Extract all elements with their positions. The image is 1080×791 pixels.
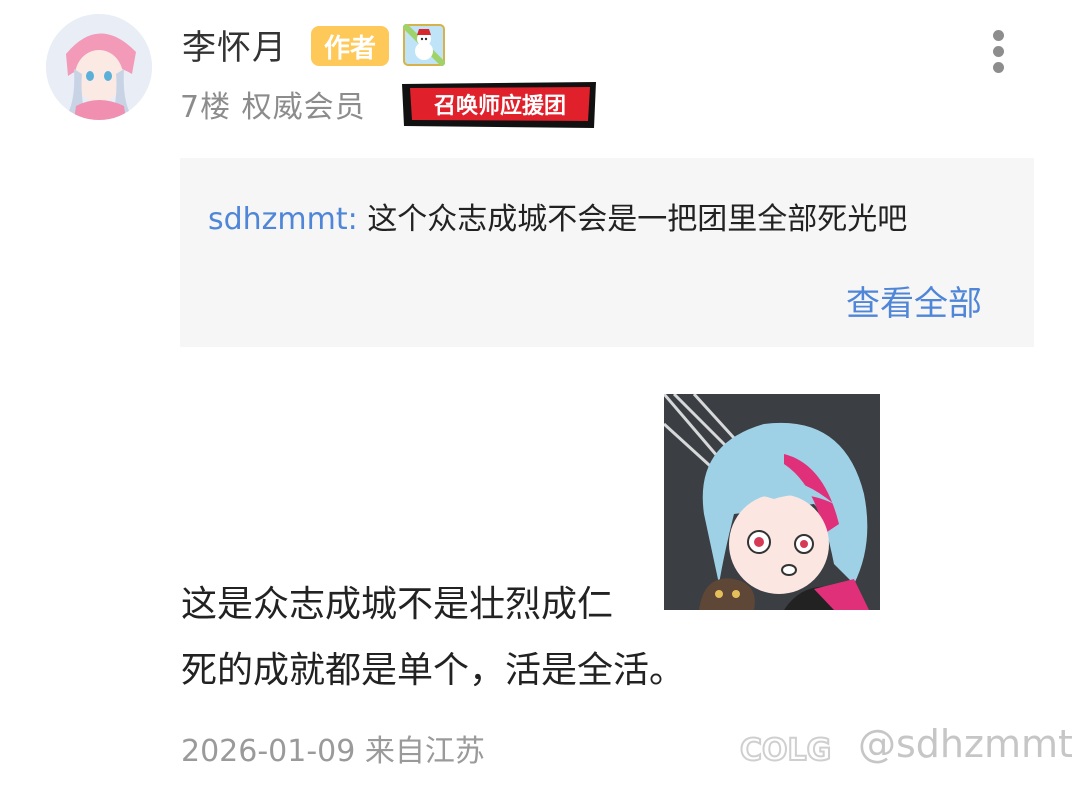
post-date-location: 2026-01-09 来自江苏 [181, 726, 485, 770]
floor-and-member-level: 7楼 权威会员 [180, 82, 366, 126]
fan-group-badge[interactable]: 召唤师应援团 [400, 80, 598, 130]
floor-number: 7楼 [180, 90, 232, 125]
quoted-reply: sdhzmmt: 这个众志成城不会是一把团里全部死光吧 [208, 194, 907, 238]
avatar[interactable] [46, 14, 152, 120]
watermark-text: @sdhzmmt [858, 722, 1073, 766]
colg-logo: COLG [738, 728, 850, 769]
post-location: 来自江苏 [364, 734, 485, 769]
author-badge: 作者 [311, 26, 389, 66]
quoted-text: 这个众志成城不会是一把团里全部死光吧 [367, 202, 908, 237]
post-content-line-2: 死的成就都是单个，活是全活。 [181, 650, 686, 691]
snowman-badge-icon [401, 22, 447, 68]
username[interactable]: 李怀月 [182, 20, 287, 69]
post-date: 2026-01-09 [181, 734, 356, 769]
more-vertical-icon[interactable] [984, 30, 1014, 74]
fan-badge-label: 召唤师应援团 [433, 93, 566, 119]
anime-character-sticker [664, 394, 880, 610]
member-level: 权威会员 [241, 90, 366, 125]
svg-text:COLG: COLG [740, 733, 831, 768]
view-all-link[interactable]: 查看全部 [846, 276, 982, 325]
post-content-line-1: 这是众志成城不是壮烈成仁 [181, 584, 614, 625]
quoted-username[interactable]: sdhzmmt: [208, 202, 358, 237]
avatar-image [46, 14, 152, 120]
